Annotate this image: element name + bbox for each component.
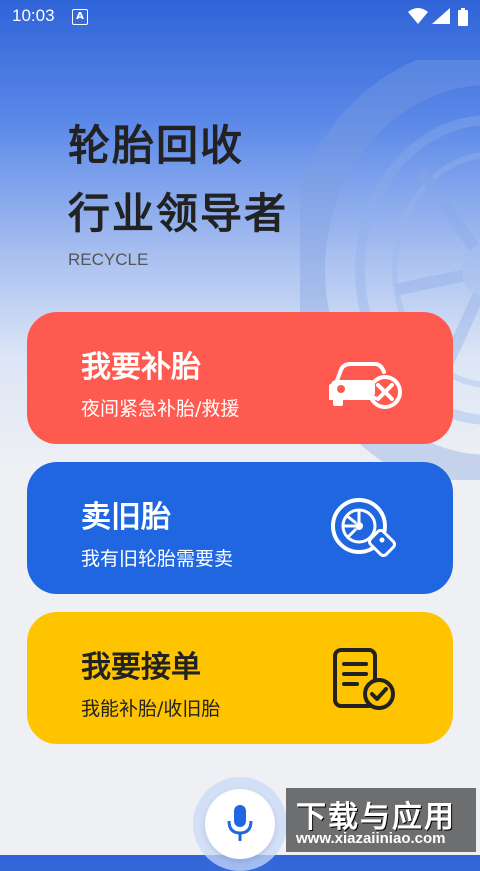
hero-title-line2: 行业领导者 (68, 189, 289, 238)
card-title: 我要补胎 (81, 350, 201, 385)
order-check-icon (333, 648, 395, 710)
card-title: 卖旧胎 (81, 500, 171, 535)
a-icon: A (72, 9, 88, 25)
card-subtitle: 我有旧轮胎需要卖 (81, 548, 234, 570)
status-bar: 10:03 A (0, 0, 480, 34)
hero-subtitle: RECYCLE (68, 250, 149, 269)
signal-icon (432, 8, 450, 24)
watermark-url: www.xiazaiiniao.com (296, 830, 446, 847)
tire-repair-card[interactable]: 我要补胎 夜间紧急补胎/救援 (27, 312, 453, 444)
battery-icon (458, 8, 468, 26)
card-subtitle: 夜间紧急补胎/救援 (81, 398, 240, 420)
voice-button[interactable] (205, 789, 275, 859)
accept-orders-card[interactable]: 我要接单 我能补胎/收旧胎 (27, 612, 453, 744)
tire-tag-icon (331, 498, 396, 557)
sell-used-tire-card[interactable]: 卖旧胎 我有旧轮胎需要卖 (27, 462, 453, 594)
hero-title-line1: 轮胎回收 (68, 121, 245, 170)
microphone-icon (227, 805, 253, 841)
watermark: 下载与应用 www.xiazaiiniao.com (286, 788, 476, 852)
status-time: 10:03 (12, 6, 55, 25)
car-repair-icon (329, 362, 402, 409)
card-subtitle: 我能补胎/收旧胎 (81, 698, 221, 720)
card-title: 我要接单 (81, 650, 201, 685)
wifi-icon (408, 8, 428, 24)
